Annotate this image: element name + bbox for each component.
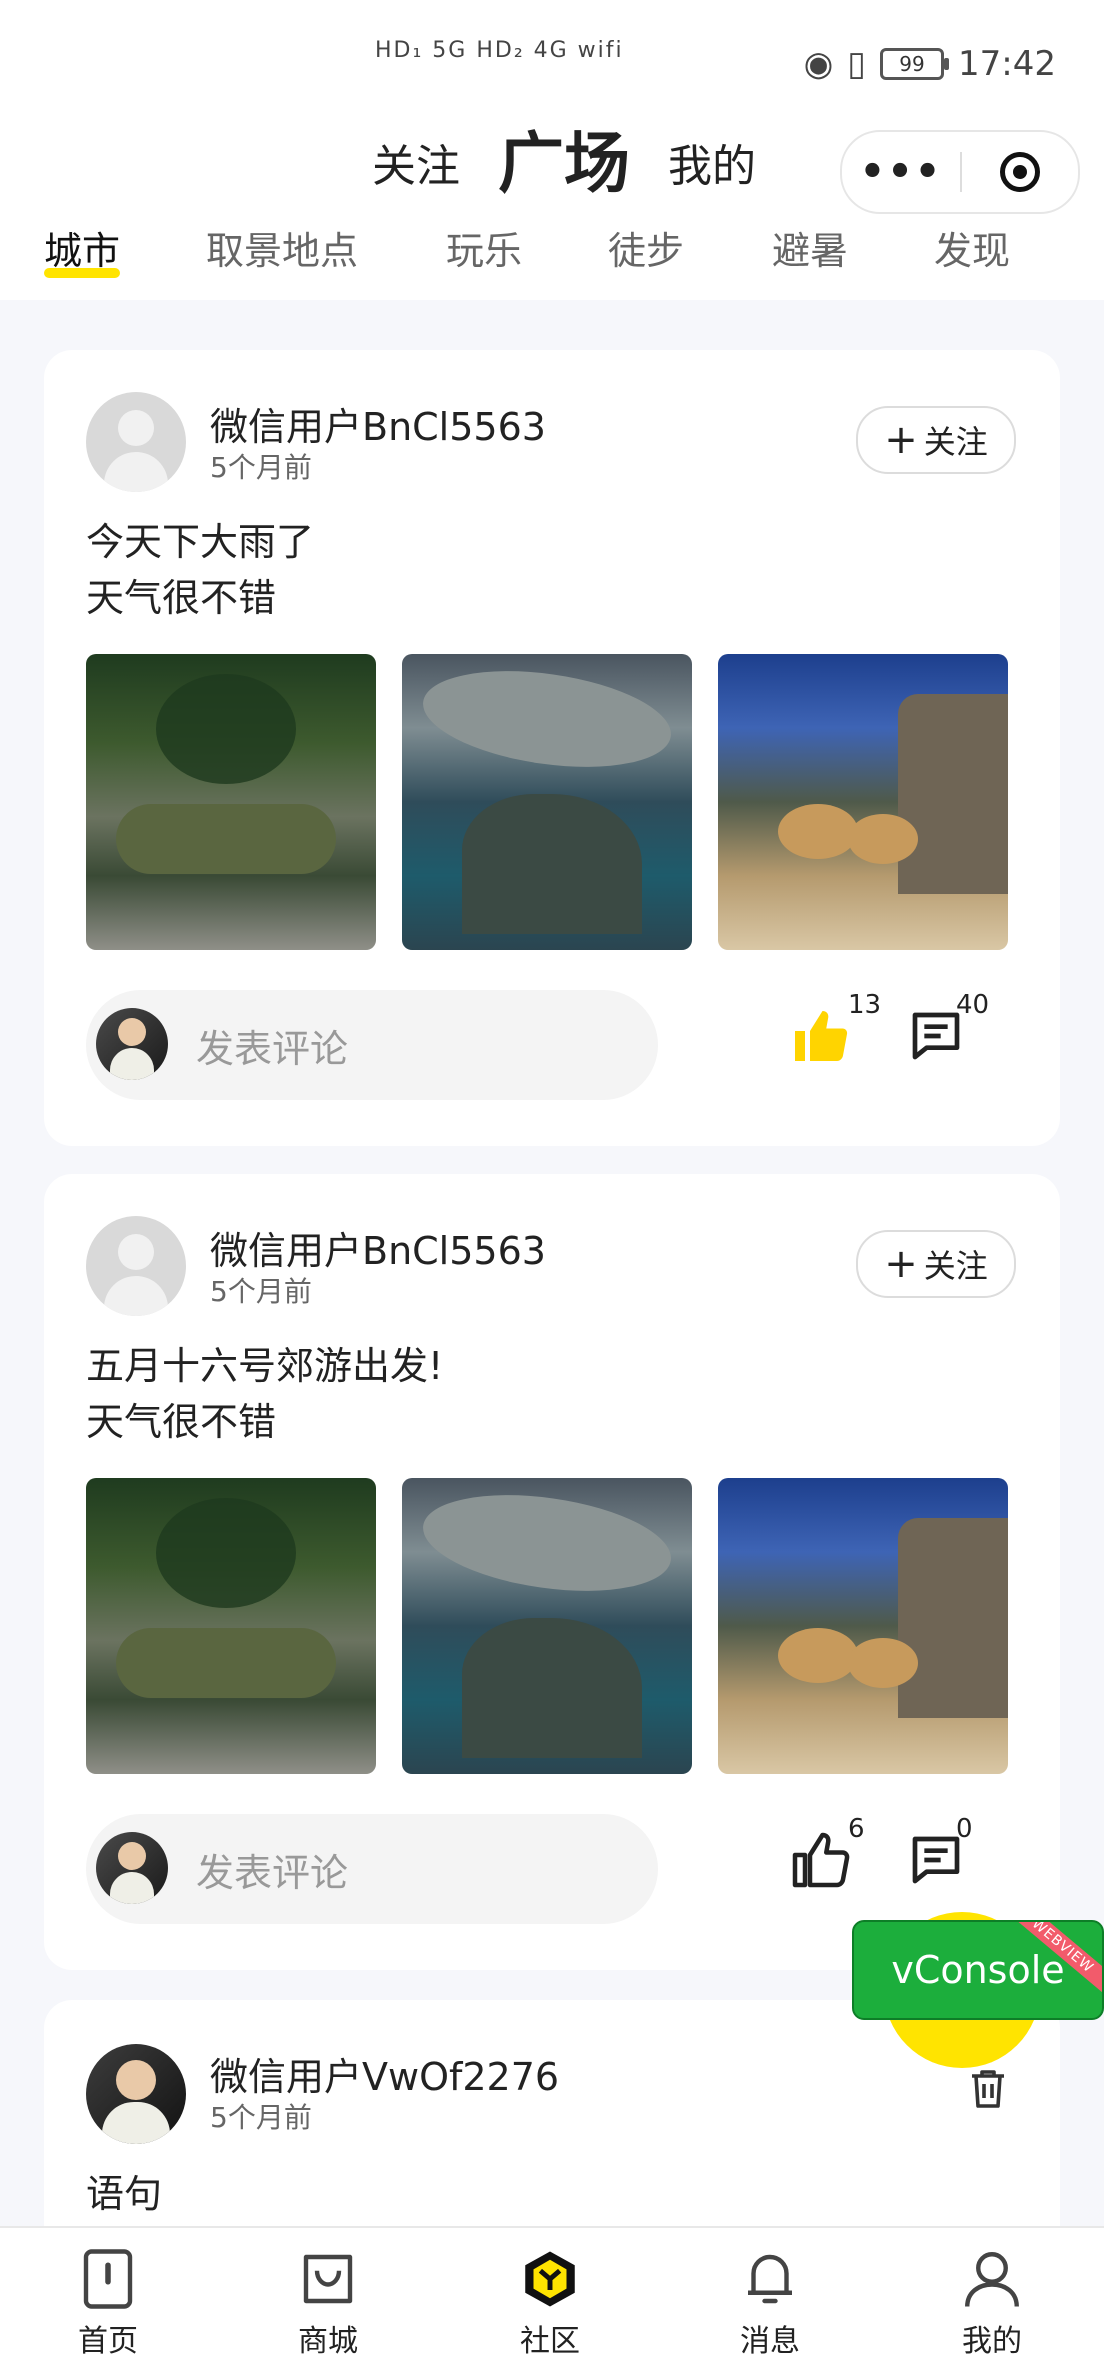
clock: 17:42 [958,44,1056,84]
category-photo-spots[interactable]: 取景地点 [206,220,358,275]
avatar[interactable] [86,1216,186,1316]
tab-label: 我的 [962,2324,1022,2359]
post-photo[interactable] [86,654,376,950]
post-content: 今天下大雨了 天气很不错 [86,514,314,626]
post-photo[interactable] [718,654,1008,950]
post-time: 5个月前 [210,451,312,484]
comment-input[interactable]: 发表评论 [86,990,658,1100]
post-username: 微信用户BnCl5563 [210,1229,546,1273]
post-card: 微信用户BnCl5563 5个月前 + 关注 五月十六号郊游出发! 天气很不错 … [44,1174,1060,1970]
close-miniprogram-button[interactable] [962,152,1078,192]
post-username: 微信用户VwOf2276 [210,2055,560,2099]
avatar[interactable] [86,2044,186,2144]
follow-button[interactable]: + 关注 [856,1230,1016,1298]
tab-mall[interactable]: 商城 [268,2246,388,2360]
category-hiking[interactable]: 徒步 [608,220,684,275]
post-content: 语句 [86,2166,162,2222]
community-logo-icon [525,2251,575,2307]
avatar[interactable] [86,392,186,492]
tab-square[interactable]: 广场 [498,110,630,206]
post-card: 微信用户BnCl5563 5个月前 + 关注 今天下大雨了 天气很不错 发表评论… [44,350,1060,1146]
eye-icon: ◉ [803,44,834,84]
post-time: 5个月前 [210,1275,312,1308]
trash-icon[interactable] [964,2064,1012,2112]
tab-label: 消息 [740,2324,800,2359]
status-bar: HD₁ 5G HD₂ 4G wifi ◉ ▯ 99 17:42 [0,0,1104,120]
avatar [96,1008,168,1080]
post-photo[interactable] [718,1478,1008,1774]
network-indicators: HD₁ 5G HD₂ 4G wifi [375,38,624,63]
post-content: 五月十六号郊游出发! 天气很不错 [86,1338,443,1450]
post-text-line: 天气很不错 [86,1400,277,1444]
post-text-line: 天气很不错 [86,576,277,620]
user-icon [965,2252,1019,2307]
category-fun[interactable]: 玩乐 [446,220,522,275]
category-discover[interactable]: 发现 [934,220,1010,275]
comment-placeholder: 发表评论 [196,1027,349,1071]
more-button[interactable]: ••• [842,152,960,192]
thumbs-up-icon[interactable] [790,1830,850,1890]
like-count: 13 [848,990,882,1020]
post-time: 5个月前 [210,2101,312,2134]
follow-button[interactable]: + 关注 [856,406,1016,474]
comment-placeholder: 发表评论 [196,1851,349,1895]
battery-icon: 99 [880,48,950,80]
thumbs-up-icon[interactable] [790,1006,850,1066]
active-category-indicator [44,268,120,278]
category-summer[interactable]: 避暑 [772,220,848,275]
post-photo[interactable] [402,1478,692,1774]
plus-icon: + [884,417,918,463]
header: 关注 广场 我的 ••• 城市 取景地点 玩乐 徒步 避暑 发现 [0,120,1104,300]
post-text-line: 五月十六号郊游出发! [86,1344,444,1388]
vconsole-button[interactable]: vConsole WEBVIEW [852,1920,1104,2020]
bell-icon [748,2254,792,2304]
battery-level: 99 [899,52,925,76]
tab-label: 社区 [520,2324,580,2359]
target-icon [1000,152,1040,192]
home-icon [83,2249,133,2309]
post-username: 微信用户BnCl5563 [210,405,546,449]
post-photo[interactable] [402,654,692,950]
tab-follow[interactable]: 关注 [372,130,460,194]
bottom-tab-bar: 首页 商城 社区 消息 我的 [0,2226,1104,2378]
shopping-bag-icon [303,2254,353,2304]
tab-mine[interactable]: 我的 [668,130,756,194]
vibrate-icon: ▯ [847,44,867,84]
miniprogram-capsule: ••• [840,130,1080,214]
post-text-line: 语句 [86,2172,163,2216]
comment-count: 40 [956,990,990,1020]
avatar [96,1832,168,1904]
tab-home[interactable]: 首页 [48,2246,168,2360]
post-photo[interactable] [86,1478,376,1774]
tab-label: 首页 [78,2324,138,2359]
follow-label: 关注 [923,1247,988,1285]
tab-label: 商城 [298,2324,358,2359]
like-count: 6 [848,1814,865,1844]
follow-label: 关注 [923,423,988,461]
tab-messages[interactable]: 消息 [710,2246,830,2360]
comment-count: 0 [956,1814,973,1844]
vconsole-label: vConsole [891,1948,1065,1992]
tab-community[interactable]: 社区 [490,2246,610,2360]
status-right: ◉ ▯ 99 17:42 [804,44,1056,84]
comment-input[interactable]: 发表评论 [86,1814,658,1924]
post-text-line: 今天下大雨了 [86,520,315,564]
tab-profile[interactable]: 我的 [932,2246,1052,2360]
category-city[interactable]: 城市 [44,220,120,275]
plus-icon: + [884,1241,918,1287]
